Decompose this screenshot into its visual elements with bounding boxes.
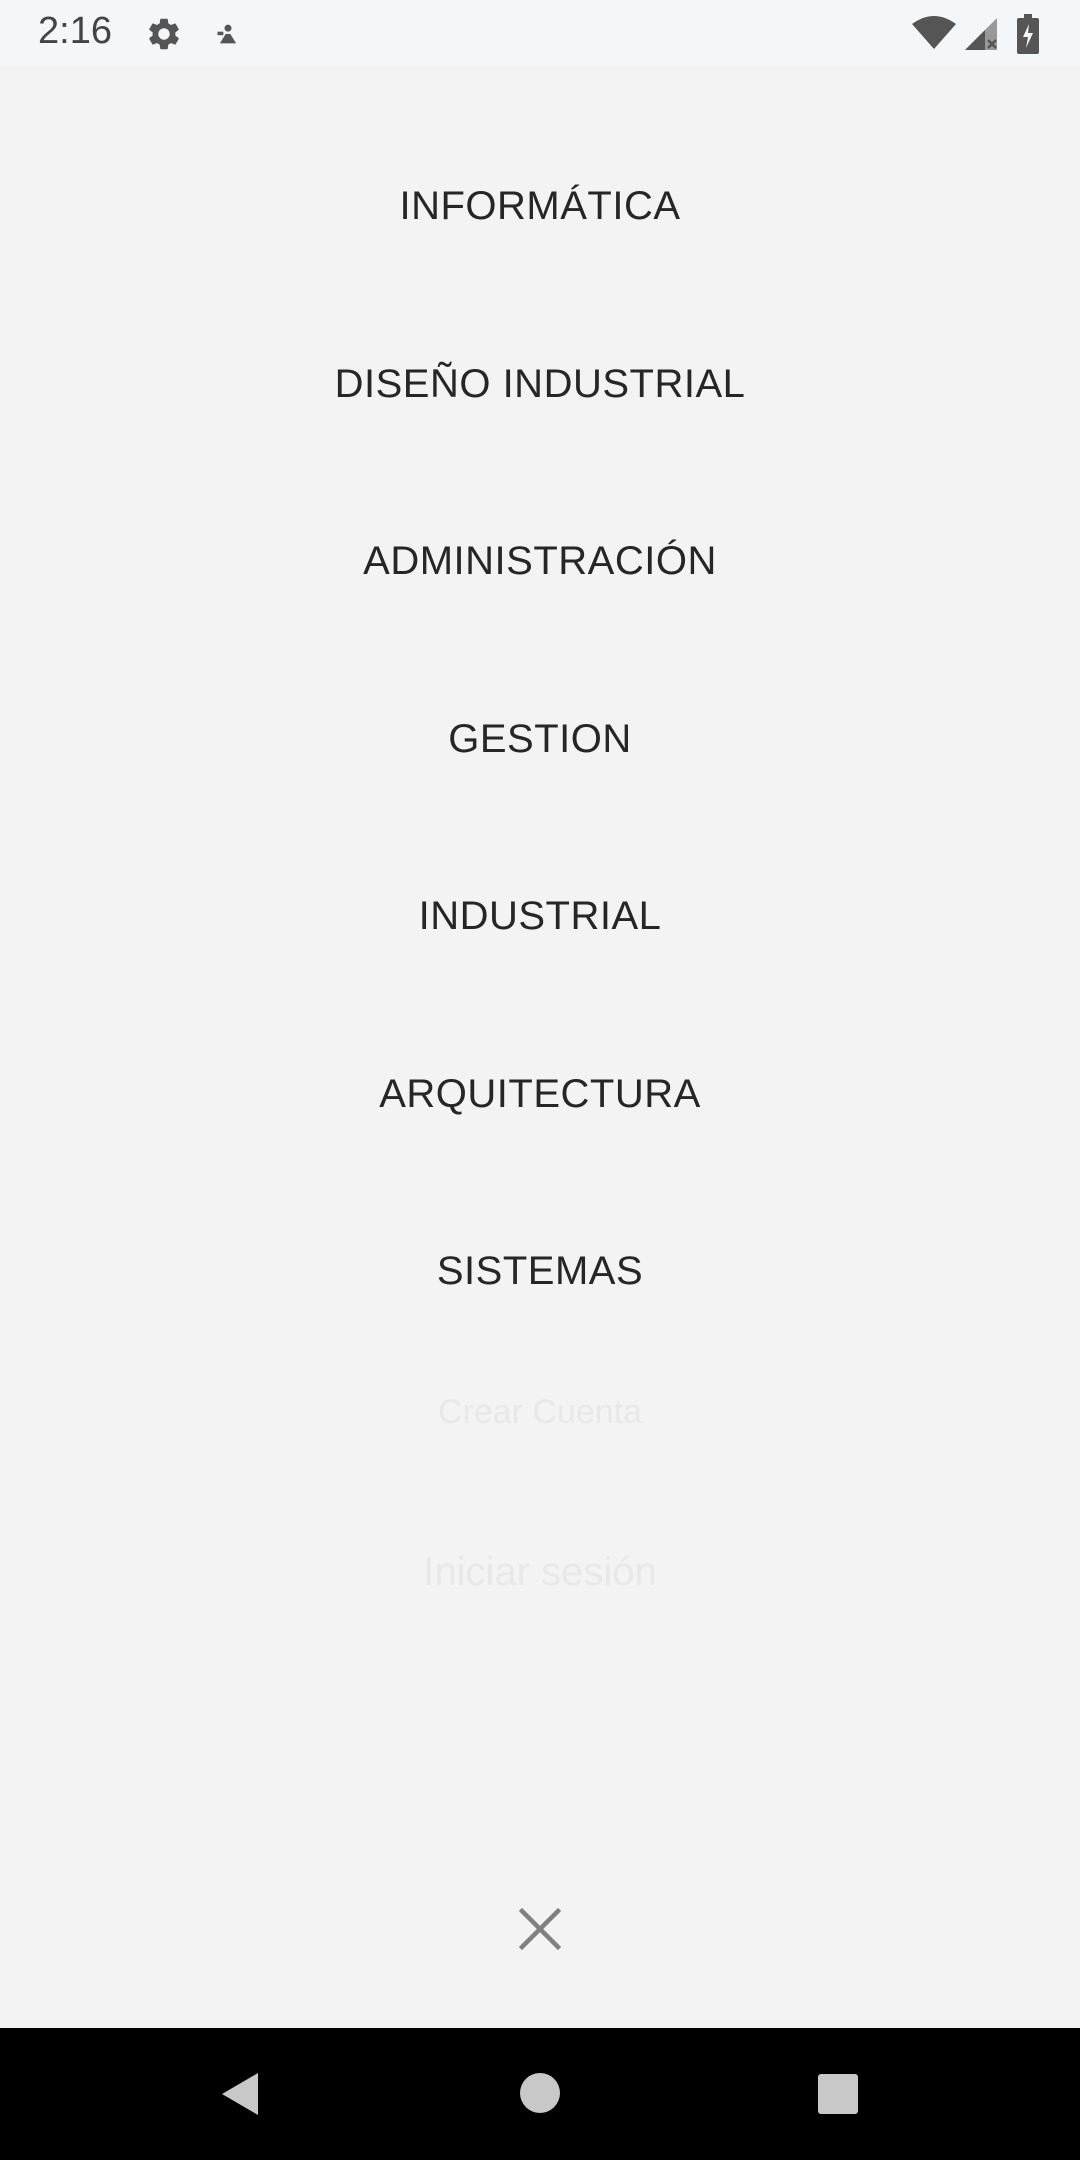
gear-icon bbox=[149, 18, 179, 50]
recents-icon[interactable] bbox=[817, 2073, 859, 2115]
navigation-bar bbox=[0, 2028, 1080, 2160]
menu-item-diseno-industrial[interactable]: DISEÑO INDUSTRIAL bbox=[0, 362, 1080, 407]
signal-icon bbox=[965, 18, 997, 50]
status-time: 2:16 bbox=[38, 10, 112, 52]
screen: 2:16 INFORMÁTICA DISEÑO INDUSTRIAL ADMIN… bbox=[0, 0, 1080, 2160]
menu-item-industrial[interactable]: INDUSTRIAL bbox=[0, 894, 1080, 939]
status-bar: 2:16 bbox=[0, 0, 1080, 66]
create-account-button[interactable]: Crear Cuenta bbox=[0, 1393, 1080, 1432]
menu-item-administracion[interactable]: ADMINISTRACIÓN bbox=[0, 539, 1080, 584]
back-icon[interactable] bbox=[218, 2071, 262, 2117]
close-icon[interactable] bbox=[510, 1899, 570, 1959]
notification-icon bbox=[217, 24, 237, 44]
battery-icon bbox=[1017, 14, 1039, 54]
home-icon[interactable] bbox=[519, 2072, 561, 2114]
menu-item-gestion[interactable]: GESTION bbox=[0, 717, 1080, 762]
wifi-icon bbox=[912, 16, 956, 49]
login-button[interactable]: Iniciar sesión bbox=[0, 1550, 1080, 1595]
menu-item-arquitectura[interactable]: ARQUITECTURA bbox=[0, 1072, 1080, 1117]
menu-item-informatica[interactable]: INFORMÁTICA bbox=[0, 184, 1080, 229]
menu-item-sistemas[interactable]: SISTEMAS bbox=[0, 1249, 1080, 1294]
